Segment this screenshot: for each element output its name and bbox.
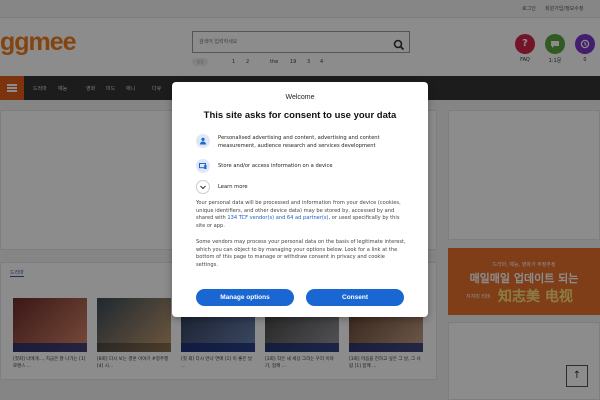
person-icon bbox=[196, 134, 210, 148]
chevron-down-icon[interactable] bbox=[196, 180, 210, 194]
device-icon bbox=[196, 159, 210, 173]
consent-welcome: Welcome bbox=[285, 94, 315, 101]
consent-dialog: Welcome This site asks for consent to us… bbox=[172, 82, 428, 317]
learn-more-link[interactable]: Learn more bbox=[218, 183, 298, 191]
consent-paragraph-1: Your personal data will be processed and… bbox=[196, 200, 408, 231]
manage-options-button[interactable]: Manage options bbox=[196, 289, 294, 306]
purpose-personalised-ads: Personalised advertising and content, ad… bbox=[218, 135, 380, 149]
consent-paragraph-2: Some vendors may process your personal d… bbox=[196, 239, 406, 269]
consent-title: This site asks for consent to use your d… bbox=[203, 110, 397, 121]
purpose-store-access: Store and/or access information on a dev… bbox=[218, 163, 333, 169]
consent-button[interactable]: Consent bbox=[306, 289, 404, 306]
vendors-link[interactable]: 134 TCF vendor(s) and 64 ad partner(s) bbox=[227, 215, 328, 221]
